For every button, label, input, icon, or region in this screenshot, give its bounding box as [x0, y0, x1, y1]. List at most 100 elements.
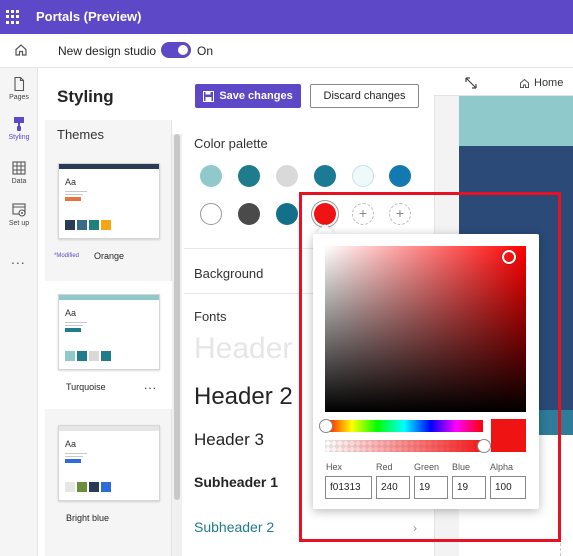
rail-item-styling[interactable]: Styling	[0, 116, 38, 141]
palette-swatch[interactable]	[200, 203, 222, 225]
palette-swatch[interactable]	[389, 165, 411, 187]
theme-name-orange: Orange	[94, 251, 125, 261]
green-label: Green	[414, 462, 440, 472]
background-title: Background	[194, 266, 264, 281]
hue-slider-handle[interactable]	[319, 419, 333, 433]
saturation-value-handle[interactable]	[502, 250, 516, 264]
hue-slider[interactable]	[325, 420, 483, 432]
theme-preview-text: Aa	[65, 177, 77, 187]
discard-changes-button[interactable]: Discard changes	[310, 84, 419, 108]
palette-swatch[interactable]	[200, 165, 222, 187]
palette-swatch[interactable]	[276, 165, 298, 187]
theme-swatch	[77, 482, 87, 492]
theme-preview-line	[65, 456, 83, 457]
font-subheader1-sample[interactable]: Subheader 1	[194, 474, 278, 490]
rail-item-label: Pages	[9, 94, 29, 101]
rail-item-data[interactable]: Data	[0, 160, 38, 185]
theme-preview-button	[65, 197, 81, 201]
theme-name-bright-blue: Bright blue	[66, 513, 110, 523]
save-icon	[203, 90, 215, 102]
theme-more-options-icon[interactable]: ...	[144, 378, 157, 392]
alpha-slider[interactable]	[325, 440, 487, 452]
page-title: Styling	[57, 87, 114, 106]
save-changes-label: Save changes	[219, 90, 293, 102]
theme-swatch	[65, 482, 75, 492]
theme-preview-text: Aa	[65, 308, 77, 318]
font-subheader2-sample[interactable]: Subheader 2	[194, 519, 274, 535]
theme-swatch	[65, 351, 75, 361]
rail-item-setup[interactable]: Set up	[0, 202, 38, 227]
page-icon	[14, 76, 25, 92]
theme-card-orange[interactable]: Aa	[58, 163, 160, 239]
themes-header: Themes	[57, 127, 104, 142]
palette-swatch[interactable]	[238, 203, 260, 225]
table-icon	[12, 161, 26, 175]
settings-icon	[12, 203, 26, 217]
theme-swatch	[89, 351, 99, 361]
palette-swatch[interactable]	[276, 203, 298, 225]
rail-item-label: Data	[11, 178, 27, 185]
font-header1-sample[interactable]: Header	[194, 332, 292, 366]
theme-swatch	[101, 220, 111, 230]
toggle-state-label: On	[197, 44, 214, 58]
app-header: Portals (Preview)	[0, 0, 573, 34]
paintbrush-icon	[14, 117, 24, 131]
palette-swatch[interactable]	[314, 165, 336, 187]
theme-swatch	[101, 482, 111, 492]
new-design-studio-toggle[interactable]	[161, 42, 191, 58]
theme-header-bar	[59, 426, 159, 431]
rail-item-label: Styling	[8, 134, 30, 141]
hex-input[interactable]: f01313	[325, 476, 372, 499]
rail-item-label: Set up	[8, 220, 30, 227]
app-launcher-icon[interactable]	[6, 10, 20, 24]
theme-swatch	[101, 351, 111, 361]
alpha-slider-handle[interactable]	[477, 439, 491, 453]
theme-preview-line	[65, 453, 87, 454]
theme-preview-button	[65, 328, 81, 332]
theme-header-bar	[59, 164, 159, 169]
red-label: Red	[376, 462, 393, 472]
home-icon	[520, 78, 529, 88]
save-changes-button[interactable]: Save changes	[195, 84, 301, 108]
theme-swatch	[77, 220, 87, 230]
blue-label: Blue	[452, 462, 471, 472]
themes-scrollbar-thumb[interactable]	[174, 134, 180, 500]
alpha-input[interactable]: 100	[490, 476, 526, 499]
canvas-header-band	[459, 96, 573, 146]
fonts-title: Fonts	[194, 309, 227, 324]
theme-name-turquoise: Turquoise	[66, 382, 106, 392]
blue-input[interactable]: 19	[452, 476, 486, 499]
theme-preview-line	[65, 325, 83, 326]
more-options-icon[interactable]: ...	[11, 251, 26, 267]
alpha-label: Alpha	[490, 462, 514, 472]
theme-preview-button	[65, 459, 81, 463]
theme-preview-line	[65, 194, 83, 195]
home-icon[interactable]	[14, 43, 28, 62]
theme-preview-line	[65, 191, 87, 192]
green-input[interactable]: 19	[414, 476, 448, 499]
app-title: Portals (Preview)	[36, 9, 142, 24]
theme-header-bar	[59, 295, 159, 300]
hex-label: Hex	[326, 462, 343, 472]
theme-swatch	[77, 351, 87, 361]
theme-card-turquoise[interactable]: Aa	[58, 294, 160, 370]
new-design-studio-label: New design studio	[58, 44, 157, 58]
theme-preview-line	[65, 322, 87, 323]
palette-swatch[interactable]	[352, 165, 374, 187]
color-palette-title: Color palette	[194, 136, 268, 151]
breadcrumb-home[interactable]: Home	[519, 77, 563, 89]
theme-swatch	[89, 482, 99, 492]
left-nav-rail: Pages Styling Data Set up ...	[0, 68, 38, 556]
saturation-value-area[interactable]	[325, 246, 526, 412]
font-header3-sample[interactable]: Header 3	[194, 430, 264, 450]
palette-swatch[interactable]	[238, 165, 260, 187]
font-header2-sample[interactable]: Header 2	[194, 383, 293, 411]
rail-item-pages[interactable]: Pages	[0, 76, 38, 101]
theme-preview-text: Aa	[65, 439, 77, 449]
theme-swatch	[65, 220, 75, 230]
design-studio-bar: New design studio On	[0, 34, 573, 68]
theme-card-bright-blue[interactable]: Aa	[58, 425, 160, 501]
red-input[interactable]: 240	[376, 476, 410, 499]
expand-icon[interactable]	[465, 76, 477, 94]
breadcrumb-home-label: Home	[534, 77, 564, 89]
